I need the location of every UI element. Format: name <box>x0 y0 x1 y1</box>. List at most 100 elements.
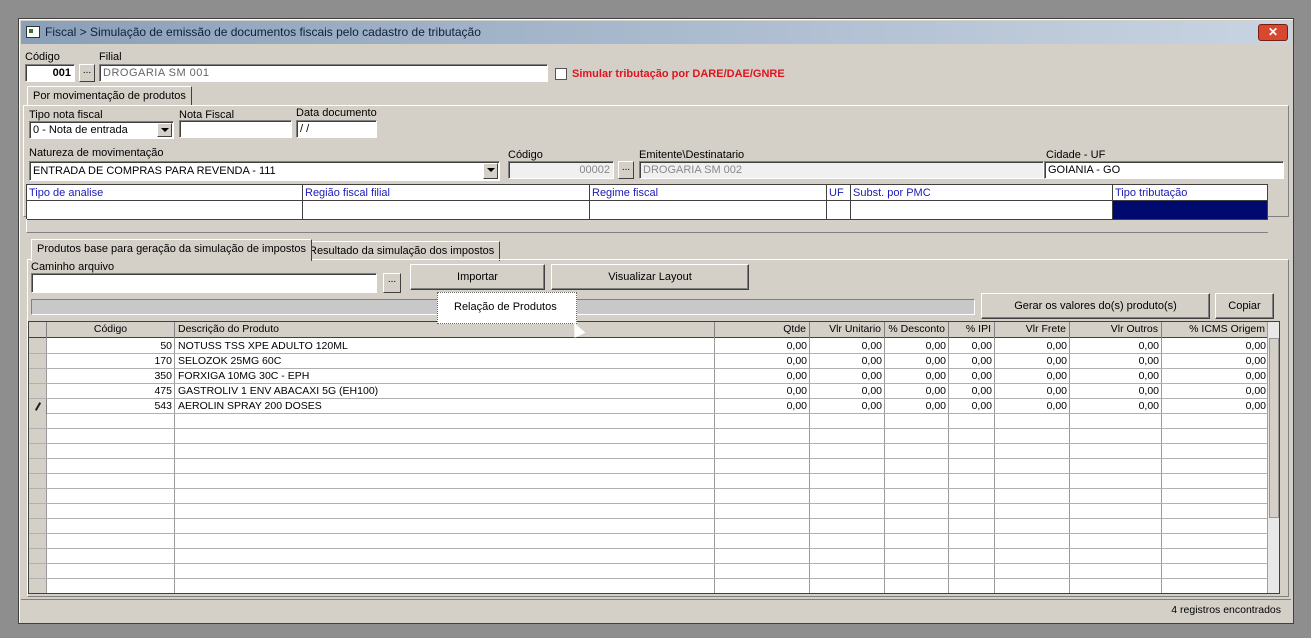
tab-resultado-simulacao[interactable]: Resultado da simulação dos impostos <box>303 241 501 261</box>
cell-ipi[interactable]: 0,00 <box>949 354 995 369</box>
tab-por-movimentacao[interactable]: Por movimentação de produtos <box>27 86 192 106</box>
grid-header-descricao[interactable]: Descrição do Produto <box>175 322 715 338</box>
cell-qtde[interactable]: 0,00 <box>715 339 810 354</box>
cidade-field: GOIANIA - GO <box>1044 161 1284 179</box>
grid-header-vlr-unitario[interactable]: Vlr Unitario <box>810 322 885 338</box>
natureza-select[interactable]: ENTRADA DE COMPRAS PARA REVENDA - 111 <box>29 161 500 181</box>
analysis-cell[interactable] <box>827 201 851 219</box>
cidade-label: Cidade - UF <box>1046 149 1106 161</box>
codigo-browse-button[interactable]: ... <box>79 64 95 82</box>
emitente-label: Emitente\Destinatario <box>639 149 745 161</box>
emitente-field[interactable]: DROGARIA SM 002 <box>639 161 1044 179</box>
filial-label: Filial <box>99 51 122 63</box>
simular-label: Simular tributação por DARE/DAE/GNRE <box>572 68 785 80</box>
grid-header-vlr-frete[interactable]: Vlr Frete <box>995 322 1070 338</box>
cell-qtde[interactable]: 0,00 <box>715 369 810 384</box>
cell-vlr-outros[interactable]: 0,00 <box>1070 339 1162 354</box>
close-button[interactable]: ✕ <box>1258 24 1288 41</box>
cell-vlr-frete[interactable]: 0,00 <box>995 354 1070 369</box>
title-bar: Fiscal > Simulação de emissão de documen… <box>21 21 1291 44</box>
grid-row-line <box>29 428 1269 429</box>
cell-icms-origem[interactable]: 0,00 <box>1162 354 1269 369</box>
cell-codigo[interactable]: 50 <box>47 339 175 354</box>
analysis-cell[interactable] <box>303 201 590 219</box>
cell-icms-origem[interactable]: 0,00 <box>1162 384 1269 399</box>
grid-header-ipi[interactable]: % IPI <box>949 322 995 338</box>
cell-vlr-unitario[interactable]: 0,00 <box>810 339 885 354</box>
caminho-field[interactable] <box>31 273 377 293</box>
cell-ipi[interactable]: 0,00 <box>949 339 995 354</box>
caminho-browse-button[interactable]: ... <box>383 273 401 293</box>
importar-button[interactable]: Importar <box>410 264 545 290</box>
cell-descricao[interactable]: GASTROLIV 1 ENV ABACAXI 5G (EH100) <box>175 384 715 399</box>
cell-descricao[interactable]: NOTUSS TSS XPE ADULTO 120ML <box>175 339 715 354</box>
grid-header-vlr-outros[interactable]: Vlr Outros <box>1070 322 1162 338</box>
cell-vlr-outros[interactable]: 0,00 <box>1070 384 1162 399</box>
gerar-valores-button[interactable]: Gerar os valores do(s) produto(s) <box>981 293 1210 319</box>
cell-icms-origem[interactable]: 0,00 <box>1162 399 1269 414</box>
chevron-down-icon[interactable] <box>483 163 498 179</box>
cell-vlr-frete[interactable]: 0,00 <box>995 369 1070 384</box>
cell-descricao[interactable]: SELOZOK 25MG 60C <box>175 354 715 369</box>
tab-produtos-base[interactable]: Produtos base para geração da simulação … <box>31 239 313 261</box>
grid-header-icms-origem[interactable]: % ICMS Origem <box>1162 322 1269 338</box>
chevron-down-icon[interactable] <box>157 123 172 137</box>
cell-qtde[interactable]: 0,00 <box>715 384 810 399</box>
cell-qtde[interactable]: 0,00 <box>715 354 810 369</box>
nota-fiscal-field[interactable] <box>179 120 292 138</box>
visualizar-layout-button[interactable]: Visualizar Layout <box>551 264 749 290</box>
analysis-cell[interactable] <box>851 201 1113 219</box>
grid-row-line <box>29 443 1269 444</box>
cell-vlr-unitario[interactable]: 0,00 <box>810 399 885 414</box>
caminho-label: Caminho arquivo <box>31 261 115 273</box>
cell-vlr-frete[interactable]: 0,00 <box>995 384 1070 399</box>
cell-desconto[interactable]: 0,00 <box>885 369 949 384</box>
codigo-field[interactable]: 001 <box>25 64 75 82</box>
cell-ipi[interactable]: 0,00 <box>949 369 995 384</box>
cell-desconto[interactable]: 0,00 <box>885 354 949 369</box>
cell-codigo[interactable]: 170 <box>47 354 175 369</box>
cell-vlr-unitario[interactable]: 0,00 <box>810 369 885 384</box>
data-documento-field[interactable]: / / <box>296 120 377 138</box>
cell-icms-origem[interactable]: 0,00 <box>1162 369 1269 384</box>
grid-header-codigo[interactable]: Código <box>47 322 175 338</box>
scrollbar-thumb[interactable] <box>1269 338 1279 518</box>
filial-field[interactable]: DROGARIA SM 001 <box>99 64 548 82</box>
edit-row-indicator <box>29 399 47 414</box>
analysis-cell-selected[interactable] <box>1113 201 1267 219</box>
cell-descricao[interactable]: AEROLIN SPRAY 200 DOSES <box>175 399 715 414</box>
cell-vlr-unitario[interactable]: 0,00 <box>810 384 885 399</box>
analysis-cell[interactable] <box>590 201 827 219</box>
cell-vlr-outros[interactable]: 0,00 <box>1070 354 1162 369</box>
cell-vlr-frete[interactable]: 0,00 <box>995 339 1070 354</box>
cell-vlr-outros[interactable]: 0,00 <box>1070 369 1162 384</box>
simular-checkbox[interactable] <box>555 68 567 80</box>
grid-header-desconto[interactable]: % Desconto <box>885 322 949 338</box>
grid-row-line <box>29 518 1269 519</box>
cell-vlr-unitario[interactable]: 0,00 <box>810 354 885 369</box>
cell-icms-origem[interactable]: 0,00 <box>1162 339 1269 354</box>
relacao-produtos-tooltip[interactable]: Relação de Produtos <box>437 292 577 324</box>
tipo-nota-select[interactable]: 0 - Nota de entrada <box>29 121 174 139</box>
grid-row-line <box>29 533 1269 534</box>
cell-ipi[interactable]: 0,00 <box>949 399 995 414</box>
cell-codigo[interactable]: 475 <box>47 384 175 399</box>
cell-vlr-outros[interactable]: 0,00 <box>1070 399 1162 414</box>
cell-desconto[interactable]: 0,00 <box>885 339 949 354</box>
cell-vlr-frete[interactable]: 0,00 <box>995 399 1070 414</box>
cell-codigo[interactable]: 350 <box>47 369 175 384</box>
grid-header-qtde[interactable]: Qtde <box>715 322 810 338</box>
cell-desconto[interactable]: 0,00 <box>885 384 949 399</box>
grid-header-indicator <box>29 322 47 338</box>
cell-ipi[interactable]: 0,00 <box>949 384 995 399</box>
cell-codigo[interactable]: 543 <box>47 399 175 414</box>
analysis-cell[interactable] <box>27 201 303 219</box>
cell-desconto[interactable]: 0,00 <box>885 399 949 414</box>
emitente-browse-button[interactable]: ... <box>618 161 634 179</box>
emitente-codigo-field[interactable]: 00002 <box>508 161 614 179</box>
grid-scrollbar[interactable] <box>1267 322 1279 593</box>
emitente-codigo-label: Código <box>508 149 543 161</box>
cell-descricao[interactable]: FORXIGA 10MG 30C - EPH <box>175 369 715 384</box>
copiar-button[interactable]: Copiar <box>1215 293 1274 319</box>
cell-qtde[interactable]: 0,00 <box>715 399 810 414</box>
